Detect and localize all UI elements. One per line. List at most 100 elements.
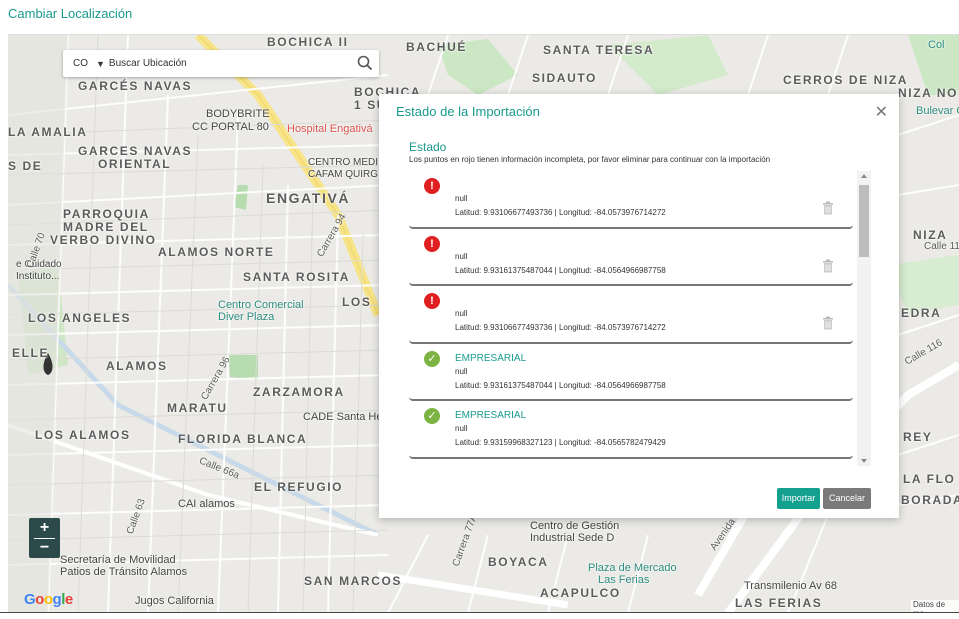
search-input[interactable] [108,58,349,69]
poi-secretaria-2[interactable]: Patios de Tránsito Alamos [60,566,187,578]
map-label-bachue: BACHUÉ [406,40,467,54]
item-coordinates: Latitud: 9.93161375487044 | Longitud: -8… [455,380,666,390]
poi-diver-plaza-1[interactable]: Centro Comercial [218,299,304,311]
scroll-up-icon[interactable] [861,174,867,178]
poi-jugos-california[interactable]: Jugos California [135,595,214,607]
zoom-controls: + − [29,518,60,558]
country-select[interactable]: CO [73,58,88,69]
map-label-santa-rosita: SANTA ROSITA [243,270,350,284]
poi-plaza-mercado-1[interactable]: Plaza de Mercado [588,562,677,574]
error-icon: ! [424,293,440,309]
map-label-engativa: ENGATIVÁ [266,190,351,206]
map-label-cerros-de-niza: CERROS DE NIZA [783,73,909,87]
map-label-sidauto: SIDAUTO [532,71,597,85]
poi-cai-alamos[interactable]: CAI alamos [178,498,235,510]
poi-centro-gestion-1[interactable]: Centro de Gestión [530,520,619,532]
page-title: Cambiar Localización [8,6,133,21]
map-label-zarzamora: ZARZAMORA [253,385,345,399]
import-points-list[interactable]: ! null Latitud: 9.93106677493736 | Longi… [409,171,853,466]
zoom-divider [34,538,55,539]
search-box: CO ▼ [63,50,379,77]
status-description: Los puntos en rojo tienen información in… [409,155,771,164]
item-name: null [455,251,468,261]
item-name: null [455,309,468,318]
map-label-parroquia-3: VERBO DIVINO [50,233,157,247]
map-label-parroquia-2: MADRE DEL [63,220,149,234]
map-label-niza: NIZA [913,228,948,242]
poi-centro-gestion-2[interactable]: Industrial Sede D [530,532,614,544]
poi-centro-medico-1[interactable]: CENTRO MEDI [308,157,378,168]
poi-bodybrite-1[interactable]: BODYBRITE [206,108,270,120]
map-label-acapulco: ACAPULCO [540,586,621,600]
zoom-out-button[interactable]: − [29,538,60,558]
list-item: ! null Latitud: 9.93106677493736 | Longi… [409,286,853,344]
list-item: ✓ EMPRESARIAL null Latitud: 9.9316137548… [409,344,853,401]
list-item: ✓ EMPRESARIAL null Latitud: 9.9315996832… [409,401,853,459]
map-label-garces-navas: GARCÉS NAVAS [78,79,193,93]
status-title: Estado [409,140,447,154]
scroll-thumb[interactable] [859,185,869,257]
trash-icon[interactable] [822,316,834,330]
poi-hospital-engativa[interactable]: Hospital Engativá [287,123,373,135]
trash-icon[interactable] [822,259,834,273]
map-label-borada: BORADA [901,493,959,507]
item-name: null [455,194,468,203]
error-icon: ! [424,178,440,194]
map-label-de-s: S DE [8,159,43,173]
poi-diver-plaza-2[interactable]: Diver Plaza [218,311,274,323]
list-item: ✓ EMPRESARIAL [409,459,853,466]
poi-bulevar[interactable]: Bulevar C [916,105,959,117]
map-label-las-ferias: LAS FERIAS [735,596,823,610]
map-data-attribution[interactable]: Datos de ma [911,600,959,612]
modal-title: Estado de la Importación [396,104,540,119]
poi-transmilenio[interactable]: Transmilenio Av 68 [744,580,837,592]
map-label-bochica-ii: BOCHICA II [267,35,349,49]
item-coordinates: Latitud: 9.93106677493736 | Longitud: -8… [455,323,666,332]
item-type: EMPRESARIAL [455,410,527,421]
map-label-los-alamos: LOS ALAMOS [35,428,131,442]
map-label-santa-teresa: SANTA TERESA [543,43,655,57]
poi-secretaria-1[interactable]: Secretaría de Movilidad [60,554,176,566]
chevron-down-icon[interactable]: ▼ [96,59,105,69]
import-button[interactable]: Importar [777,488,820,509]
map-label-boyaca: BOYACA [488,555,549,569]
map-label-maratu: MARATU [167,401,228,415]
list-item: ! null Latitud: 9.93106677493736 | Longi… [409,171,853,229]
poi-centro-medico-2[interactable]: CAFAM QUIRG [308,169,378,180]
check-icon: ✓ [424,408,440,424]
map-label-elle: ELLE [12,346,50,360]
item-name: null [455,366,468,376]
map-label-los-angeles: LOS ANGELES [28,311,132,325]
close-icon[interactable]: ✕ [875,102,888,122]
search-icon[interactable] [357,55,373,71]
error-icon: ! [424,235,440,252]
cancel-button[interactable]: Cancelar [823,488,871,509]
poi-col[interactable]: Col [928,39,945,51]
map-label-edra: EDRA [901,306,942,320]
map-label-san-marcos: SAN MARCOS [304,574,403,588]
map-label-garces-navas-oriental-1: GARCES NAVAS [78,144,193,158]
google-logo: Google [24,591,73,608]
poi-bodybrite-2[interactable]: CC PORTAL 80 [192,121,269,133]
map-label-garces-navas-oriental-2: ORIENTAL [98,157,172,171]
scroll-down-icon[interactable] [861,459,867,463]
map-label-parroquia-1: PARROQUIA [63,207,150,221]
import-status-modal: Estado de la Importación ✕ Estado Los pu… [379,94,899,518]
check-icon: ✓ [424,350,440,367]
item-type: EMPRESARIAL [455,352,527,364]
zoom-in-button[interactable]: + [29,518,60,538]
map-label-los: LOS [342,295,372,309]
poi-cuidado-2[interactable]: Instituto... [16,271,59,282]
map-label-la-flo: LA FLO [903,472,956,486]
map-label-alamos: ALAMOS [106,359,168,373]
trash-icon[interactable] [822,201,834,215]
item-coordinates: Latitud: 9.93161375487044 | Longitud: -8… [455,265,666,275]
list-scrollbar[interactable] [857,171,871,466]
map-label-florida-blanca: FLORIDA BLANCA [178,432,308,446]
map-label-la-amalia: LA AMALIA [8,125,88,139]
poi-plaza-mercado-2[interactable]: Las Ferias [598,574,649,586]
street-calle-119: Calle 119 [924,241,959,252]
item-coordinates: Latitud: 9.93106677493736 | Longitud: -8… [455,208,666,217]
map-label-rey: REY [903,430,933,444]
poi-cuidado-1[interactable]: e Cuidado [16,259,62,270]
